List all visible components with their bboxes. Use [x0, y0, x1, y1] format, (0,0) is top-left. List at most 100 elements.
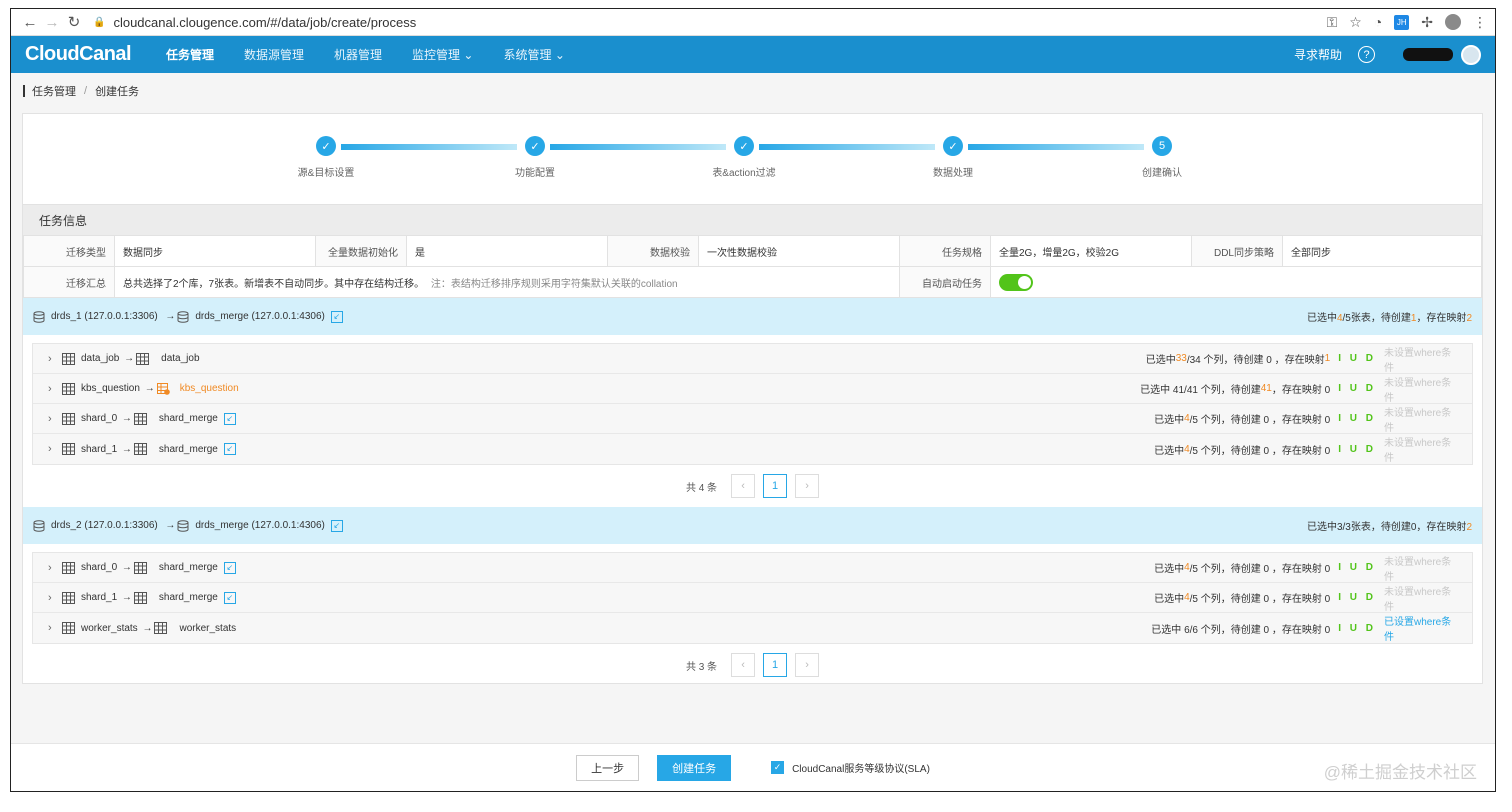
- browser-window: ← → ↻ 🔒 cloudcanal.clougence.com/#/data/…: [10, 8, 1496, 792]
- mapping-link-icon[interactable]: ↙: [223, 412, 236, 425]
- step-source-target: ✓ 源&目标设置: [266, 136, 386, 179]
- breadcrumb-task-management[interactable]: 任务管理: [32, 83, 76, 99]
- profile-avatar[interactable]: [1445, 14, 1461, 30]
- sla-checkbox[interactable]: ✓: [771, 761, 785, 774]
- step-number: 5: [1152, 136, 1172, 156]
- target-addr: (127.0.0.1:4306): [251, 311, 325, 322]
- chevron-right-icon[interactable]: ›: [48, 592, 62, 604]
- step-label: 功能配置: [515, 168, 555, 179]
- table-row[interactable]: › kbs_question → kbs_question 已选中 41/41 …: [33, 374, 1472, 404]
- where-condition-link[interactable]: 未设置where条件: [1384, 434, 1460, 464]
- extension-icon[interactable]: ◔: [1374, 14, 1382, 30]
- prev-page-icon[interactable]: ‹: [731, 474, 756, 498]
- page-number[interactable]: 1: [763, 653, 788, 677]
- table-row[interactable]: › shard_1 → shard_merge ↙ 已选中 4/5 个列，待创建…: [33, 583, 1472, 613]
- where-condition-link[interactable]: 未设置where条件: [1384, 583, 1460, 613]
- puzzle-icon[interactable]: ✢: [1421, 14, 1433, 31]
- prev-page-icon[interactable]: ‹: [731, 653, 756, 677]
- table-icon: [62, 382, 75, 395]
- table-row[interactable]: › shard_1 → shard_merge ↙ 已选中 4/5 个列，待创建…: [33, 434, 1472, 464]
- pagination: 共 3 条 ‹ 1 ›: [23, 644, 1482, 686]
- table-icon: [62, 412, 75, 425]
- create-task-button[interactable]: 创建任务: [657, 754, 732, 781]
- auto-start-toggle[interactable]: [999, 273, 1033, 291]
- table-row[interactable]: › worker_stats → worker_stats 已选中 6/6 个列…: [33, 613, 1472, 643]
- where-condition-link[interactable]: 已设置where条件: [1384, 613, 1460, 643]
- chevron-right-icon[interactable]: ›: [48, 413, 62, 425]
- nav-datasource-management[interactable]: 数据源管理: [229, 46, 319, 63]
- iud-actions[interactable]: I U D: [1338, 444, 1376, 455]
- menu-icon[interactable]: ⋮: [1473, 14, 1487, 31]
- url-text[interactable]: cloudcanal.clougence.com/#/data/job/crea…: [113, 15, 416, 30]
- where-condition-link[interactable]: 未设置where条件: [1384, 404, 1460, 434]
- iud-actions[interactable]: I U D: [1338, 623, 1376, 634]
- iud-actions[interactable]: I U D: [1338, 592, 1376, 603]
- reload-icon[interactable]: ↻: [63, 13, 85, 31]
- star-icon[interactable]: ☆: [1349, 14, 1362, 31]
- target-db: drds_merge: [195, 311, 249, 322]
- help-link[interactable]: 寻求帮助: [1294, 46, 1342, 63]
- iud-actions[interactable]: I U D: [1338, 353, 1376, 364]
- target-table: shard_merge: [158, 562, 218, 573]
- mapping-link-icon[interactable]: ↙: [223, 561, 236, 574]
- where-condition-link[interactable]: 未设置where条件: [1384, 553, 1460, 583]
- table-icon: [136, 352, 150, 365]
- arrow-right-icon: →: [165, 311, 176, 322]
- table-row[interactable]: › data_job → data_job 已选中 33/34 个列，待创建 0…: [33, 344, 1472, 374]
- table-row[interactable]: › shard_0 → shard_merge ↙ 已选中 4/5 个列，待创建…: [33, 553, 1472, 583]
- user-name-redacted[interactable]: [1403, 48, 1453, 61]
- database-icon: [177, 519, 195, 532]
- step-progress: ✓ 源&目标设置 ✓ 功能配置 ✓ 表&action过滤 ✓ 数据处理 5 创建…: [23, 114, 1482, 204]
- info-value: 全量2G，增量2G，校验2G: [990, 235, 1192, 267]
- chevron-right-icon[interactable]: ›: [48, 622, 62, 634]
- arrow-right-icon: →: [139, 622, 153, 634]
- nav-monitor-management[interactable]: 监控管理 ⌄: [397, 46, 488, 63]
- source-table: shard_0: [81, 413, 118, 424]
- where-condition-link[interactable]: 未设置where条件: [1384, 344, 1460, 374]
- arrow-right-icon: →: [119, 592, 132, 603]
- extension-badge[interactable]: JH: [1394, 14, 1410, 30]
- info-key: 迁移类型: [23, 235, 115, 267]
- sla-link[interactable]: CloudCanal服务等级协议(SLA): [792, 760, 930, 775]
- nav-task-management[interactable]: 任务管理: [151, 46, 229, 63]
- chevron-right-icon[interactable]: ›: [48, 353, 62, 365]
- check-icon: ✓: [316, 136, 336, 156]
- breadcrumb-create-task: 创建任务: [95, 86, 140, 98]
- url-field[interactable]: 🔒 cloudcanal.clougence.com/#/data/job/cr…: [93, 15, 416, 30]
- key-icon[interactable]: ⚿: [1327, 14, 1338, 31]
- pagination: 共 4 条 ‹ 1 ›: [23, 465, 1482, 507]
- iud-actions[interactable]: I U D: [1338, 413, 1376, 424]
- question-icon[interactable]: ?: [1358, 46, 1375, 63]
- mapping-link-icon[interactable]: ↙: [223, 591, 236, 604]
- logo[interactable]: CloudCanal: [11, 43, 151, 66]
- iud-actions[interactable]: I U D: [1338, 562, 1376, 573]
- row-stats: 已选中 4/5 个列，待创建 0 ，存在映射 0 I U D 未设置where条…: [1154, 553, 1460, 583]
- chevron-right-icon[interactable]: ›: [48, 443, 62, 455]
- table-row[interactable]: › shard_0 → shard_merge ↙ 已选中 4/5 个列，待创建…: [33, 404, 1472, 434]
- next-page-icon[interactable]: ›: [795, 653, 820, 677]
- nav-system-management[interactable]: 系统管理 ⌄: [488, 46, 579, 63]
- chevron-right-icon[interactable]: ›: [48, 383, 62, 395]
- create-task-card: ✓ 源&目标设置 ✓ 功能配置 ✓ 表&action过滤 ✓ 数据处理 5 创建…: [22, 113, 1483, 684]
- collation-hint: 注：表结构迁移排序规则采用字符集默认关联的collation: [430, 278, 678, 290]
- table-icon: [133, 443, 147, 455]
- page-number[interactable]: 1: [763, 474, 788, 498]
- next-page-icon[interactable]: ›: [795, 474, 820, 498]
- nav-machine-management[interactable]: 机器管理: [319, 46, 397, 63]
- step-label: 表&action过滤: [712, 168, 776, 179]
- mapping-link-icon[interactable]: ↙: [330, 519, 343, 532]
- top-nav: CloudCanal 任务管理 数据源管理 机器管理 监控管理 ⌄ 系统管理 ⌄…: [11, 36, 1495, 73]
- info-key: 迁移汇总: [23, 266, 115, 298]
- mapping-link-icon[interactable]: ↙: [330, 310, 343, 323]
- step-label: 源&目标设置: [297, 168, 355, 179]
- prev-step-button[interactable]: 上一步: [576, 754, 640, 781]
- iud-actions[interactable]: I U D: [1338, 383, 1376, 394]
- chevron-right-icon[interactable]: ›: [48, 562, 62, 574]
- user-avatar[interactable]: [1461, 44, 1481, 65]
- where-condition-link[interactable]: 未设置where条件: [1384, 374, 1460, 404]
- back-icon[interactable]: ←: [19, 14, 41, 31]
- forward-icon[interactable]: →: [41, 14, 63, 31]
- group-summary: 已选中3/3张表，待创建0，存在映射2: [1306, 522, 1472, 533]
- total-count: 共 3 条: [685, 661, 718, 673]
- mapping-link-icon[interactable]: ↙: [223, 443, 236, 455]
